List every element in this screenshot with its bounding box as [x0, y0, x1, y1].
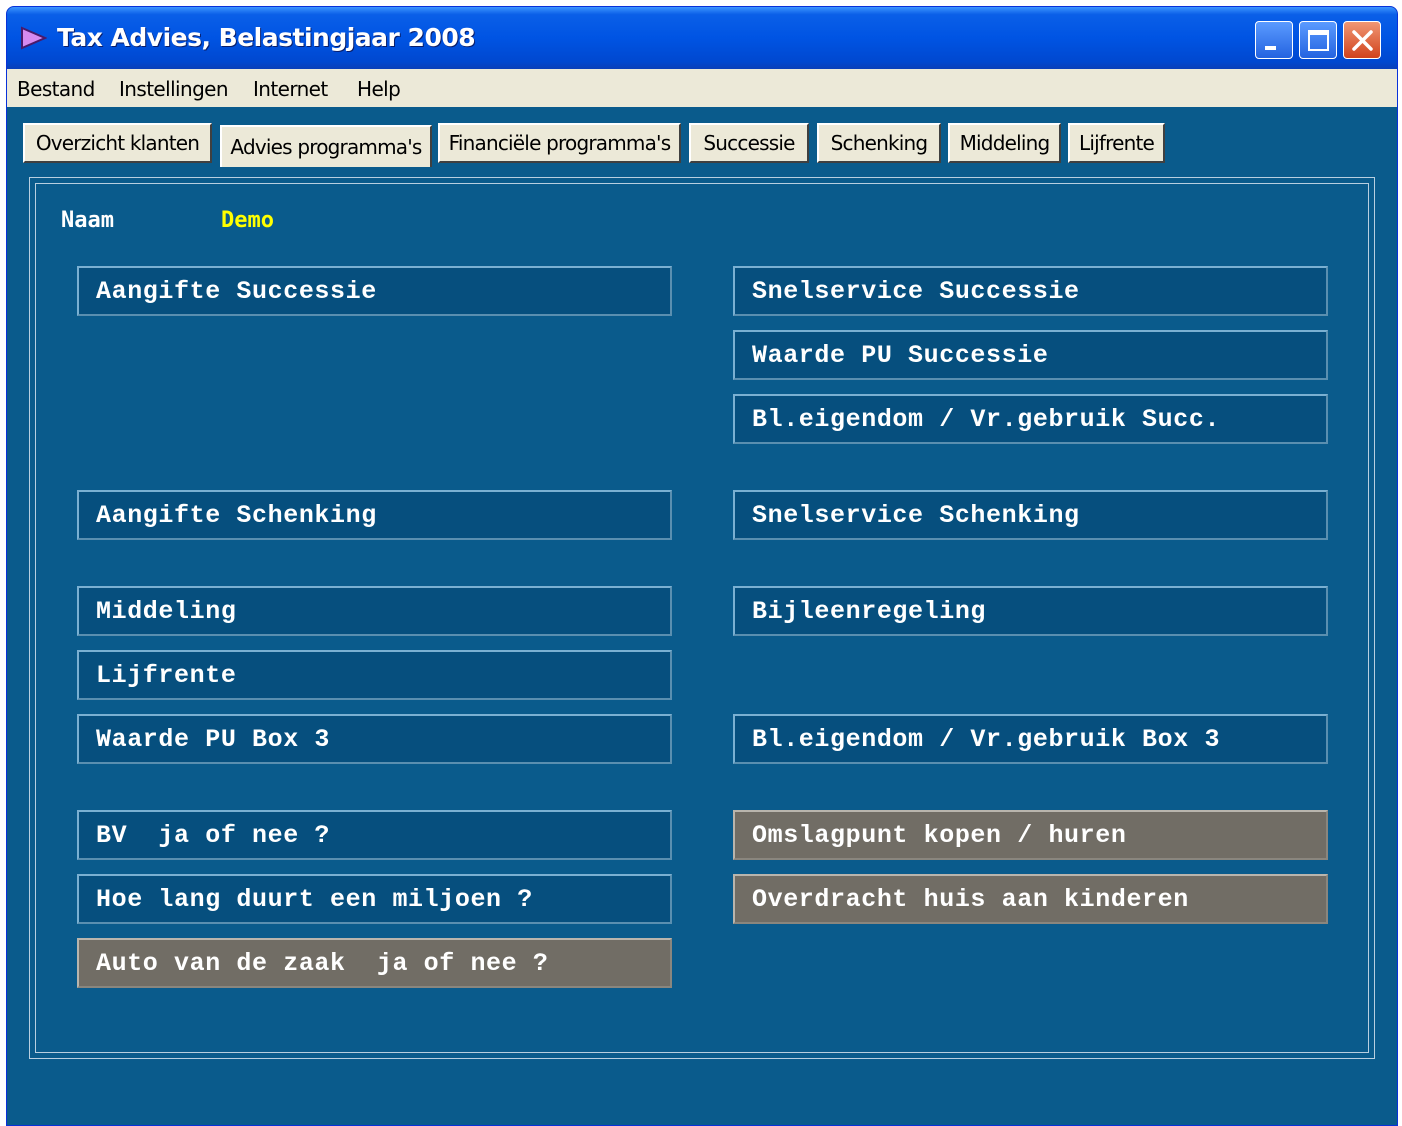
tab-advies-programmas[interactable]: Advies programma's — [220, 125, 432, 167]
waarde-pu-box3-button[interactable]: Waarde PU Box 3 — [77, 714, 672, 764]
close-icon — [1352, 30, 1373, 51]
menu-internet[interactable]: Internet — [253, 77, 328, 101]
bl-eigendom-succ-button[interactable]: Bl.eigendom / Vr.gebruik Succ. — [733, 394, 1328, 444]
tab-successie[interactable]: Successie — [689, 123, 809, 163]
maximize-icon — [1308, 30, 1329, 51]
menu-bar: Bestand Instellingen Internet Help — [7, 69, 1397, 107]
tab-middeling[interactable]: Middeling — [948, 123, 1061, 163]
close-button[interactable] — [1343, 21, 1381, 59]
tab-financiele-programmas[interactable]: Financiële programma's — [438, 123, 681, 163]
tab-overzicht-klanten[interactable]: Overzicht klanten — [23, 123, 212, 163]
bv-ja-of-nee-button[interactable]: BV ja of nee ? — [77, 810, 672, 860]
aangifte-schenking-button[interactable]: Aangifte Schenking — [77, 490, 672, 540]
overdracht-huis-button[interactable]: Overdracht huis aan kinderen — [733, 874, 1328, 924]
window-title: Tax Advies, Belastingjaar 2008 — [57, 23, 476, 52]
hoe-lang-miljoen-button[interactable]: Hoe lang duurt een miljoen ? — [77, 874, 672, 924]
title-bar[interactable]: Tax Advies, Belastingjaar 2008 — [7, 7, 1397, 69]
menu-bestand[interactable]: Bestand — [17, 77, 95, 101]
snelservice-successie-button[interactable]: Snelservice Successie — [733, 266, 1328, 316]
tab-lijfrente[interactable]: Lijfrente — [1068, 123, 1165, 163]
lijfrente-button[interactable]: Lijfrente — [77, 650, 672, 700]
maximize-button[interactable] — [1299, 21, 1337, 59]
middeling-button[interactable]: Middeling — [77, 586, 672, 636]
app-window: Tax Advies, Belastingjaar 2008 Bestand I… — [6, 6, 1398, 1126]
naam-value: Demo — [221, 208, 274, 233]
minimize-button[interactable] — [1255, 21, 1293, 59]
bl-eigendom-box3-button[interactable]: Bl.eigendom / Vr.gebruik Box 3 — [733, 714, 1328, 764]
waarde-pu-successie-button[interactable]: Waarde PU Successie — [733, 330, 1328, 380]
menu-help[interactable]: Help — [357, 77, 401, 101]
menu-instellingen[interactable]: Instellingen — [119, 77, 229, 101]
auto-van-de-zaak-button[interactable]: Auto van de zaak ja of nee ? — [77, 938, 672, 988]
minimize-icon — [1265, 46, 1276, 50]
snelservice-schenking-button[interactable]: Snelservice Schenking — [733, 490, 1328, 540]
naam-label: Naam — [61, 208, 114, 233]
aangifte-successie-button[interactable]: Aangifte Successie — [77, 266, 672, 316]
tab-schenking[interactable]: Schenking — [817, 123, 941, 163]
omslagpunt-button[interactable]: Omslagpunt kopen / huren — [733, 810, 1328, 860]
play-icon — [21, 26, 47, 50]
bijleenregeling-button[interactable]: Bijleenregeling — [733, 586, 1328, 636]
